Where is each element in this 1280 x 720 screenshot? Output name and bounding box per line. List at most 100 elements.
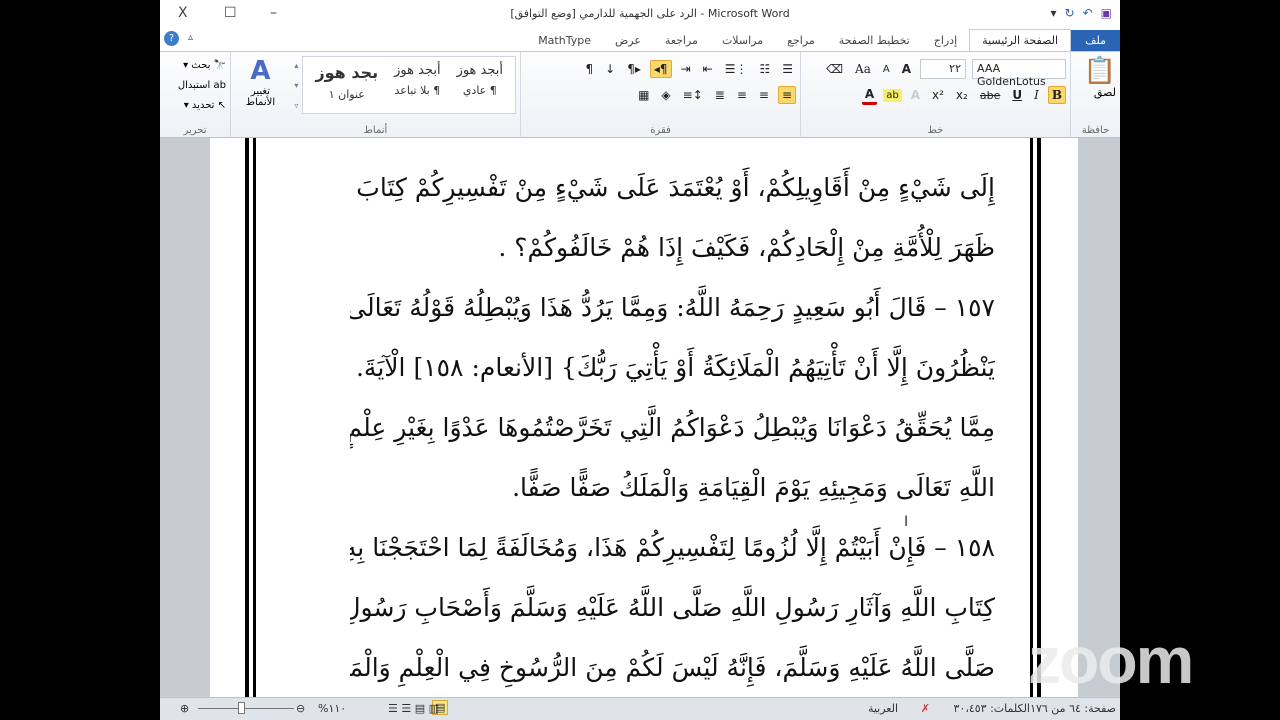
styles-gallery: أبجد هوز ¶ عادي أبجد هوز ¶ بلا تباعد بجد ه… bbox=[302, 56, 516, 114]
title-bar: X ☐ – الرد على الجهمية للدارمي [وضع التو… bbox=[160, 0, 1120, 28]
replace-button[interactable]: ab استبدال bbox=[164, 76, 226, 96]
paragraph-group: ☰ ☷ ⋮☰ ⇤ ⇥ ¶◂ ▸¶ ↓ ¶ ≡ ≡ ≡ ≣ ↕≡ ◈ ▦ فقرة bbox=[520, 52, 800, 138]
zoom-slider[interactable] bbox=[198, 708, 294, 709]
close-button[interactable]: X bbox=[178, 5, 188, 21]
text-line: ١٥٨ – فَإِنْ أَبَيْتُمْ إِلَّا لُزُومًا … bbox=[350, 533, 995, 562]
style-no-spacing[interactable]: أبجد هوز ¶ بلا تباعد bbox=[394, 63, 440, 107]
text-line: ١٥٧ – قَالَ أَبُو سَعِيدٍ رَحِمَهُ اللَّ… bbox=[350, 293, 995, 322]
italic-button[interactable]: I bbox=[1031, 87, 1042, 103]
text-line: إِلَى شَيْءٍ مِنْ أَقَاوِيلِكُمْ، أَوْ ي… bbox=[350, 173, 995, 202]
text-line: كِتَابِ اللَّهِ وَآثَارِ رَسُولِ اللَّهِ… bbox=[350, 593, 995, 622]
view-buttons[interactable]: ☰ ☰ ▤ ▥ bbox=[388, 702, 439, 715]
zoom-watermark-logo: zoom bbox=[1028, 623, 1194, 697]
clipboard-label: حافظة bbox=[1081, 125, 1110, 136]
tab-page-layout[interactable]: تخطيط الصفحة bbox=[827, 30, 922, 51]
change-case-button[interactable]: Aa bbox=[852, 61, 874, 77]
maximize-button[interactable]: ☐ bbox=[224, 5, 237, 21]
window-title: الرد على الجهمية للدارمي [وضع التوافق] -… bbox=[510, 7, 790, 20]
undo-icon[interactable]: ↶ bbox=[1083, 6, 1093, 20]
word-window: X ☐ – الرد على الجهمية للدارمي [وضع التو… bbox=[160, 0, 1120, 720]
styles-group: أبجد هوز ¶ عادي أبجد هوز ¶ بلا تباعد بجد ه… bbox=[230, 52, 520, 138]
tab-view[interactable]: عرض bbox=[603, 30, 653, 51]
zoom-slider-thumb[interactable] bbox=[238, 702, 245, 714]
font-size-combo[interactable]: ٢٢ bbox=[920, 59, 966, 79]
tab-file[interactable]: ملف bbox=[1071, 30, 1120, 51]
status-bar: صفحة: ٦٤ من ١٧٦ الكلمات: ٣٠،٤٥٣ ✗ العربي… bbox=[160, 697, 1120, 720]
ribbon: 📋 لصق حافظة AAA GoldenLotus ٢٢ A A Aa ⌫ … bbox=[160, 52, 1120, 138]
sort-icon[interactable]: ↓ bbox=[602, 61, 618, 77]
customize-icon[interactable]: ▾ bbox=[1051, 6, 1057, 20]
find-button[interactable]: 🔭 بحث ▾ bbox=[164, 56, 226, 76]
quick-access-toolbar: ▾ ↻ ↶ ▣ bbox=[1051, 6, 1113, 20]
rtl-direction-icon[interactable]: ¶◂ bbox=[649, 60, 672, 78]
text-line: ظَهَرَ لِلْأُمَّةِ مِنْ إِلْحَادِكُمْ، ف… bbox=[498, 233, 995, 262]
editing-group: 🔭 بحث ▾ ab استبدال ↖ تحديد ▾ تحرير bbox=[160, 52, 230, 138]
text-effects-icon[interactable]: A bbox=[908, 87, 923, 103]
redo-icon[interactable]: ↻ bbox=[1065, 6, 1075, 20]
gallery-scroll[interactable]: ▴ ▾ ▿ bbox=[286, 56, 298, 116]
underline-button[interactable]: U bbox=[1009, 87, 1025, 103]
tab-home[interactable]: الصفحة الرئيسية bbox=[969, 29, 1072, 51]
document-page[interactable]: إِلَى شَيْءٍ مِنْ أَقَاوِيلِكُمْ، أَوْ ي… bbox=[210, 138, 1078, 697]
tab-mathtype[interactable]: MathType bbox=[526, 30, 603, 51]
text-line: يَنْظُرُونَ إِلَّا أَنْ تَأْتِيَهُمُ الْ… bbox=[350, 353, 995, 382]
minimize-button[interactable]: – bbox=[270, 5, 277, 21]
document-area: إِلَى شَيْءٍ مِنْ أَقَاوِيلِكُمْ، أَوْ ي… bbox=[160, 138, 1120, 697]
style-heading-1[interactable]: بجد هوز عنوان ١ bbox=[315, 63, 378, 107]
superscript-button[interactable]: x² bbox=[929, 87, 947, 103]
font-color-icon[interactable]: A bbox=[861, 86, 878, 105]
align-left-icon[interactable]: ≡ bbox=[734, 87, 750, 103]
decrease-indent-icon[interactable]: ⇤ bbox=[700, 61, 716, 77]
shrink-font-button[interactable]: A bbox=[880, 63, 893, 76]
clipboard-group: 📋 لصق حافظة bbox=[1070, 52, 1120, 138]
ltr-direction-icon[interactable]: ▸¶ bbox=[624, 61, 644, 77]
bold-button[interactable]: B bbox=[1047, 86, 1066, 104]
tab-references[interactable]: مراجع bbox=[775, 30, 827, 51]
bullets-icon[interactable]: ☰ bbox=[779, 61, 796, 77]
proofing-icon[interactable]: ✗ bbox=[921, 702, 930, 715]
font-label: خط bbox=[927, 125, 944, 136]
tab-review[interactable]: مراجعة bbox=[653, 30, 710, 51]
line-spacing-icon[interactable]: ↕≡ bbox=[680, 87, 706, 103]
text-cursor-icon: I bbox=[904, 514, 909, 530]
align-right-icon[interactable]: ≡ bbox=[777, 86, 796, 104]
paste-icon[interactable]: 📋 bbox=[1075, 56, 1116, 86]
highlight-icon[interactable]: ab bbox=[883, 88, 902, 102]
text-line: صَلَّى اللَّهُ عَلَيْهِ وَسَلَّمَ، فَإِن… bbox=[350, 653, 995, 682]
tab-insert[interactable]: إدراج bbox=[922, 30, 969, 51]
text-line: مِمَّا يُحَقِّقُ دَعْوَانَا وَيُبْطِلُ د… bbox=[350, 413, 995, 442]
zoom-level[interactable]: %١١٠ bbox=[318, 702, 346, 715]
grow-font-button[interactable]: A bbox=[899, 61, 914, 77]
tab-mailings[interactable]: مراسلات bbox=[710, 30, 775, 51]
numbering-icon[interactable]: ☷ bbox=[756, 61, 773, 77]
word-count[interactable]: الكلمات: ٣٠،٤٥٣ bbox=[954, 702, 1031, 715]
font-name-combo[interactable]: AAA GoldenLotus bbox=[972, 59, 1066, 88]
page-count[interactable]: صفحة: ٦٤ من ١٧٦ bbox=[1030, 702, 1116, 715]
borders-icon[interactable]: ▦ bbox=[635, 87, 652, 103]
change-styles-button[interactable]: A تغيير الأنماط bbox=[238, 56, 282, 116]
clear-formatting-icon[interactable]: ⌫ bbox=[823, 61, 846, 77]
style-normal[interactable]: أبجد هوز ¶ عادي bbox=[457, 63, 503, 107]
increase-indent-icon[interactable]: ⇥ bbox=[678, 61, 694, 77]
editing-label: تحرير bbox=[183, 125, 207, 136]
paste-button[interactable]: لصق bbox=[1075, 86, 1116, 99]
document-text[interactable]: إِلَى شَيْءٍ مِنْ أَقَاوِيلِكُمْ، أَوْ ي… bbox=[350, 138, 995, 697]
styles-label: أنماط bbox=[363, 125, 388, 136]
zoom-out-button[interactable]: ⊖ bbox=[296, 702, 305, 715]
select-button[interactable]: ↖ تحديد ▾ bbox=[164, 96, 226, 116]
strikethrough-button[interactable]: abe bbox=[977, 88, 1004, 103]
multilevel-list-icon[interactable]: ⋮☰ bbox=[722, 61, 751, 77]
shading-icon[interactable]: ◈ bbox=[658, 87, 673, 103]
font-group: AAA GoldenLotus ٢٢ A A Aa ⌫ B I U abe x₂… bbox=[800, 52, 1070, 138]
show-marks-icon[interactable]: ¶ bbox=[583, 61, 597, 77]
zoom-in-button[interactable]: ⊕ bbox=[180, 702, 189, 715]
text-line: اللَّهِ تَعَالَى وَمَجِيئِهِ يَوْمَ الْق… bbox=[512, 473, 995, 502]
language[interactable]: العربية bbox=[868, 702, 898, 715]
save-icon[interactable]: ▣ bbox=[1101, 6, 1112, 20]
justify-icon[interactable]: ≣ bbox=[712, 87, 728, 103]
align-center-icon[interactable]: ≡ bbox=[756, 87, 772, 103]
change-styles-icon: A bbox=[250, 56, 271, 86]
paragraph-label: فقرة bbox=[650, 125, 671, 136]
subscript-button[interactable]: x₂ bbox=[953, 87, 971, 103]
ribbon-tabs: ملف الصفحة الرئيسية إدراج تخطيط الصفحة م… bbox=[160, 28, 1120, 52]
